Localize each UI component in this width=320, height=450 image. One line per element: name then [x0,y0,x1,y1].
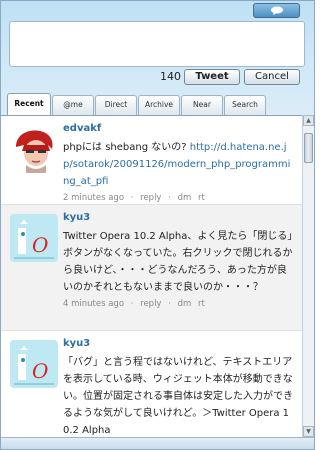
status-text: phpには shebang ないの? http://d.hatena.ne.jp… [63,139,296,190]
timeline-scrollbar[interactable]: ▲ ▼ [302,115,314,437]
meta-separator: · [130,299,134,309]
reply-link[interactable]: reply [140,193,161,203]
widget-menu-button[interactable] [253,3,300,18]
speech-bubble-icon [270,6,283,15]
status-item: edvakf phpには shebang ないの? http://d.haten… [1,116,302,205]
avatar[interactable]: O [10,340,58,388]
tweet-button[interactable]: Tweet [184,69,240,85]
tweet-textarea[interactable] [9,21,305,67]
tab-search[interactable]: Search [224,95,266,115]
char-counter: 140 [160,70,181,83]
status-time[interactable]: 2 minutes ago [63,193,124,203]
tab-archive[interactable]: Archive [138,95,180,115]
scroll-up-icon[interactable]: ▲ [303,115,314,126]
status-text-content: phpには shebang ないの? [63,142,190,153]
scrollbar-thumb[interactable] [304,133,313,163]
status-username[interactable]: edvakf [63,122,296,136]
reply-link[interactable]: reply [140,299,161,309]
tab-near[interactable]: Near [181,95,223,115]
rt-link[interactable]: rt [198,193,205,203]
status-item: O kyu3 Twitter Opera 10.2 Alpha、よく見たら「閉じ… [1,205,302,331]
tab-recent[interactable]: Recent [7,93,51,115]
meta-separator: · [130,193,134,203]
timeline: edvakf phpには shebang ないの? http://d.haten… [1,115,302,437]
status-text: 「バグ」と言う程ではないけれど、テキストエリアを表示している時、ウィジェット本体… [63,357,293,436]
tab-mentions[interactable]: @me [52,95,94,115]
avatar[interactable]: O [10,214,58,262]
status-time[interactable]: 4 minutes ago [63,299,124,309]
dm-link[interactable]: dm [178,299,192,309]
tab-direct[interactable]: Direct [95,95,137,115]
status-item: O kyu3 「バグ」と言う程ではないけれど、テキストエリアを表示している時、ウ… [1,331,302,437]
rt-link[interactable]: rt [198,299,205,309]
status-meta: 2 minutes ago · reply · dm rt [63,191,296,205]
timeline-tabs: Recent @me Direct Archive Near Search [7,93,307,115]
scroll-down-icon[interactable]: ▼ [303,426,314,437]
status-username[interactable]: kyu3 [63,337,296,351]
status-username[interactable]: kyu3 [63,211,296,225]
svg-text:O: O [32,359,48,383]
svg-text:O: O [32,233,48,257]
status-text: Twitter Opera 10.2 Alpha、よく見たら「閉じる」ボタンがな… [63,231,293,293]
meta-separator: · [168,299,171,309]
meta-separator: · [168,193,171,203]
widget-bottom-bar [1,437,314,449]
status-meta: 4 minutes ago · reply · dm rt [63,297,296,311]
avatar[interactable] [10,125,58,173]
cancel-button[interactable]: Cancel [244,69,300,85]
dm-link[interactable]: dm [178,193,192,203]
